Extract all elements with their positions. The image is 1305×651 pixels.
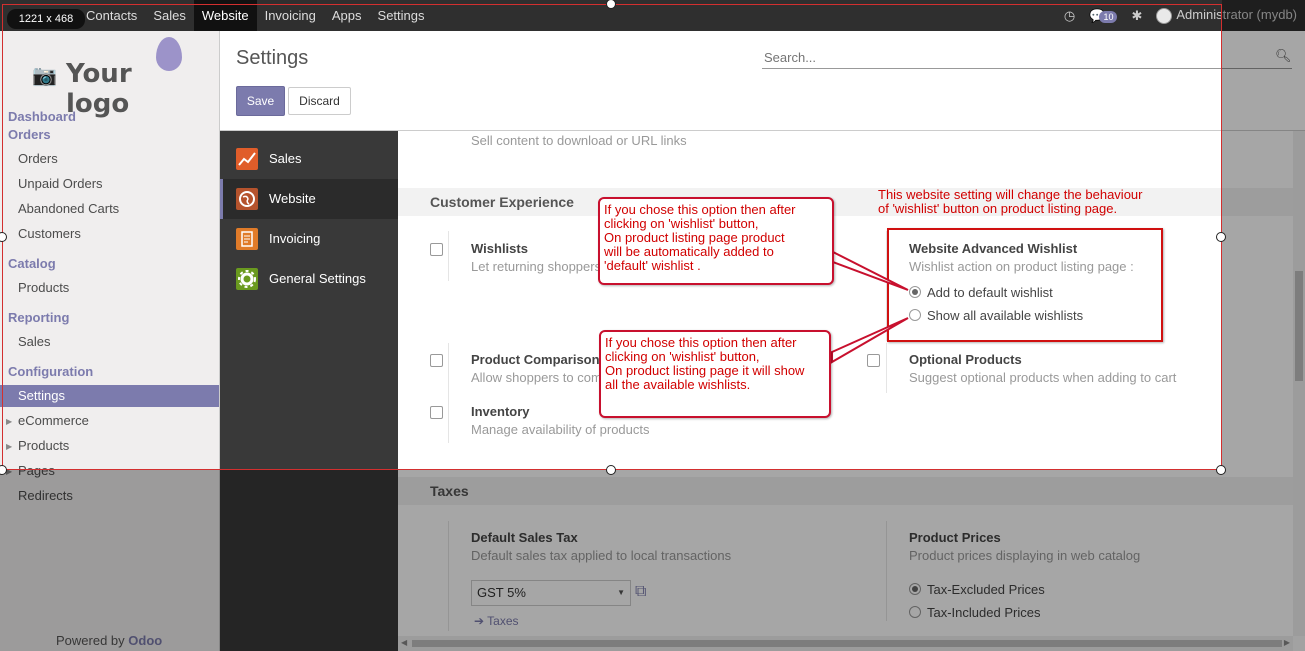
arrow-pointer [832, 250, 909, 291]
annotation-callout-default: If you chose this option then after clic… [598, 197, 834, 285]
arrow-pointer [831, 317, 909, 364]
annotation-arrows [831, 250, 909, 364]
annotation-callout-show-all: If you chose this option then after clic… [599, 330, 831, 418]
